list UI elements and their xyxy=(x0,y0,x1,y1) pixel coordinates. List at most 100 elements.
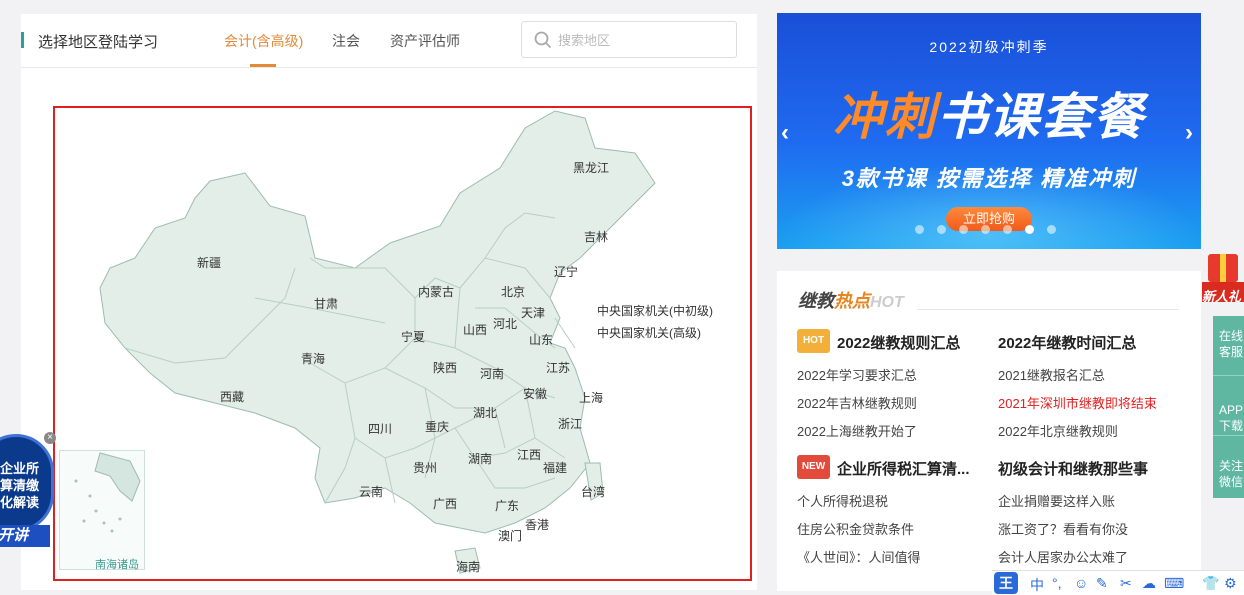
province-neimenggu[interactable]: 内蒙古 xyxy=(418,283,454,300)
province-henan[interactable]: 河南 xyxy=(480,365,504,382)
province-tianjin[interactable]: 天津 xyxy=(521,304,545,321)
province-liaoning[interactable]: 辽宁 xyxy=(554,263,578,280)
province-guizhou[interactable]: 贵州 xyxy=(413,459,437,476)
province-shandong[interactable]: 山东 xyxy=(529,331,553,348)
close-icon[interactable]: × xyxy=(44,432,56,444)
ime-logo[interactable]: 王 xyxy=(994,572,1018,594)
hot-link[interactable]: 会计人居家办公太难了 xyxy=(998,547,1128,566)
province-hubei[interactable]: 湖北 xyxy=(473,404,497,421)
hot-link[interactable]: 2022年学习要求汇总 xyxy=(797,365,917,384)
province-taiwan[interactable]: 台湾 xyxy=(581,483,605,500)
province-shaanxi[interactable]: 陕西 xyxy=(433,359,457,376)
province-yunnan[interactable]: 云南 xyxy=(359,483,383,500)
province-xinjiang[interactable]: 新疆 xyxy=(197,254,221,271)
hot-link[interactable]: 2022上海继教开始了 xyxy=(797,421,917,440)
hot-link[interactable]: 2021继教报名汇总 xyxy=(998,365,1105,384)
ime-emoji-icon[interactable]: ☺ xyxy=(1074,575,1088,591)
province-macau[interactable]: 澳门 xyxy=(498,527,522,544)
ime-cloud-icon[interactable]: ☁ xyxy=(1142,575,1156,592)
tab-cpa[interactable]: 注会 xyxy=(332,31,360,51)
region-search-box[interactable] xyxy=(521,21,737,58)
banner-dot[interactable] xyxy=(981,225,990,234)
ime-scissors-icon[interactable]: ✂ xyxy=(1120,575,1132,592)
hot-brand-part1: 继教 xyxy=(798,291,834,311)
south-sea-islands-shape xyxy=(74,452,141,533)
new-user-gift[interactable]: 新人礼 xyxy=(1200,248,1244,308)
ime-keyboard-icon[interactable]: ⌨ xyxy=(1164,575,1184,592)
section-title-junior[interactable]: 初级会计和继教那些事 xyxy=(998,458,1148,479)
ime-skin-icon[interactable]: 👕 xyxy=(1202,575,1219,592)
section-title-time[interactable]: 2022年继教时间汇总 xyxy=(998,332,1136,353)
province-sichuan[interactable]: 四川 xyxy=(368,420,392,437)
province-chongqing[interactable]: 重庆 xyxy=(425,418,449,435)
hot-badge: HOT xyxy=(797,329,830,353)
banner-prev-arrow[interactable]: ‹ xyxy=(781,119,789,147)
hot-link[interactable]: 住房公积金贷款条件 xyxy=(797,519,914,538)
central-agency-senior[interactable]: 中央国家机关(高级) xyxy=(597,324,701,341)
banner-next-arrow[interactable]: › xyxy=(1185,119,1193,147)
hot-brand-part2: 热点 xyxy=(834,291,870,311)
section-title-tax[interactable]: 企业所得税汇算清... xyxy=(837,458,970,479)
tab-asset-appraiser[interactable]: 资产评估师 xyxy=(390,31,460,51)
ime-pen-icon[interactable]: ✎ xyxy=(1096,575,1108,592)
hot-link[interactable]: 个人所得税退税 xyxy=(797,491,888,510)
banner-dot-active[interactable] xyxy=(1025,225,1034,234)
banner-dot[interactable] xyxy=(937,225,946,234)
continuing-education-hot-panel: 继教热点HOT HOT 2022继教规则汇总 2022年继教时间汇总 2022年… xyxy=(777,271,1201,591)
province-hainan[interactable]: 海南 xyxy=(456,558,480,575)
panel-header: 选择地区登陆学习 会计(含高级) 注会 资产评估师 xyxy=(21,14,757,68)
hot-link-highlight[interactable]: 2021年深圳市继教即将结束 xyxy=(998,393,1157,412)
hot-brand-part3: HOT xyxy=(870,294,904,311)
province-beijing[interactable]: 北京 xyxy=(501,283,525,300)
province-ningxia[interactable]: 宁夏 xyxy=(401,328,425,345)
province-jilin[interactable]: 吉林 xyxy=(584,228,608,245)
banner-dot[interactable] xyxy=(1047,225,1056,234)
province-guangdong[interactable]: 广东 xyxy=(495,497,519,514)
province-fujian[interactable]: 福建 xyxy=(543,459,567,476)
hot-link[interactable]: 涨工资了？看看有你没 xyxy=(998,519,1128,538)
province-xizang[interactable]: 西藏 xyxy=(220,388,244,405)
province-gansu[interactable]: 甘肃 xyxy=(314,295,338,312)
title-accent-bar xyxy=(21,32,24,48)
promo-banner[interactable]: 2022初级冲刺季 冲刺书课套餐 3款书课 按需选择 精准冲刺 立即抢购 ‹ › xyxy=(777,13,1201,249)
province-anhui[interactable]: 安徽 xyxy=(523,385,547,402)
hot-link[interactable]: 《人世间》：人间值得 xyxy=(797,547,921,566)
section-title-rules[interactable]: 2022继教规则汇总 xyxy=(837,332,960,353)
online-service[interactable]: 在线客服 xyxy=(1213,316,1244,376)
province-jiangxi[interactable]: 江西 xyxy=(517,446,541,463)
province-hongkong[interactable]: 香港 xyxy=(525,516,549,533)
hot-link[interactable]: 2022年北京继教规则 xyxy=(998,421,1118,440)
ime-settings-icon[interactable]: ⚙ xyxy=(1224,575,1237,592)
new-badge: NEW xyxy=(797,455,830,479)
province-qinghai[interactable]: 青海 xyxy=(301,350,325,367)
province-hunan[interactable]: 湖南 xyxy=(468,450,492,467)
ime-punctuation[interactable]: °, xyxy=(1052,575,1062,591)
search-input[interactable] xyxy=(558,30,728,50)
banner-headline-part1: 冲刺 xyxy=(833,89,937,145)
ime-chinese-toggle[interactable]: 中 xyxy=(1030,575,1044,595)
banner-dot[interactable] xyxy=(1003,225,1012,234)
province-hebei[interactable]: 河北 xyxy=(493,315,517,332)
hot-link[interactable]: 2022年吉林继教规则 xyxy=(797,393,917,412)
region-select-panel: 选择地区登陆学习 会计(含高级) 注会 资产评估师 搜索地区 黑龙江 吉林 辽宁… xyxy=(21,14,757,590)
promo-text: 企业所 算清缴 化解读 xyxy=(0,460,39,511)
app-download[interactable]: APP下载 xyxy=(1213,376,1244,436)
province-heilongjiang[interactable]: 黑龙江 xyxy=(573,159,609,176)
province-guangxi[interactable]: 广西 xyxy=(433,495,457,512)
banner-dot[interactable] xyxy=(915,225,924,234)
central-agency-junior[interactable]: 中央国家机关(中初级) xyxy=(597,302,713,319)
province-zhejiang[interactable]: 浙江 xyxy=(558,415,582,432)
province-shanghai[interactable]: 上海 xyxy=(579,389,603,406)
banner-dot[interactable] xyxy=(959,225,968,234)
hot-link[interactable]: 企业捐赠要这样入账 xyxy=(998,491,1115,510)
banner-season: 2022初级冲刺季 xyxy=(929,39,1049,55)
ime-toolbar: 王 中 °, ☺ ✎ ✂ ☁ ⌨ 👕 ⚙ xyxy=(992,570,1244,595)
hot-brand: 继教热点HOT xyxy=(798,287,904,313)
tab-accounting[interactable]: 会计(含高级) xyxy=(224,31,303,51)
province-jiangsu[interactable]: 江苏 xyxy=(546,359,570,376)
province-shanxi[interactable]: 山西 xyxy=(463,321,487,338)
south-china-sea-inset[interactable]: 南海诸岛 xyxy=(59,450,145,571)
gift-label: 新人礼 xyxy=(1202,289,1242,304)
follow-wechat[interactable]: 关注微信 xyxy=(1213,436,1244,496)
floating-promo-ad[interactable]: × 企业所 算清缴 化解读 开讲 xyxy=(0,432,56,554)
